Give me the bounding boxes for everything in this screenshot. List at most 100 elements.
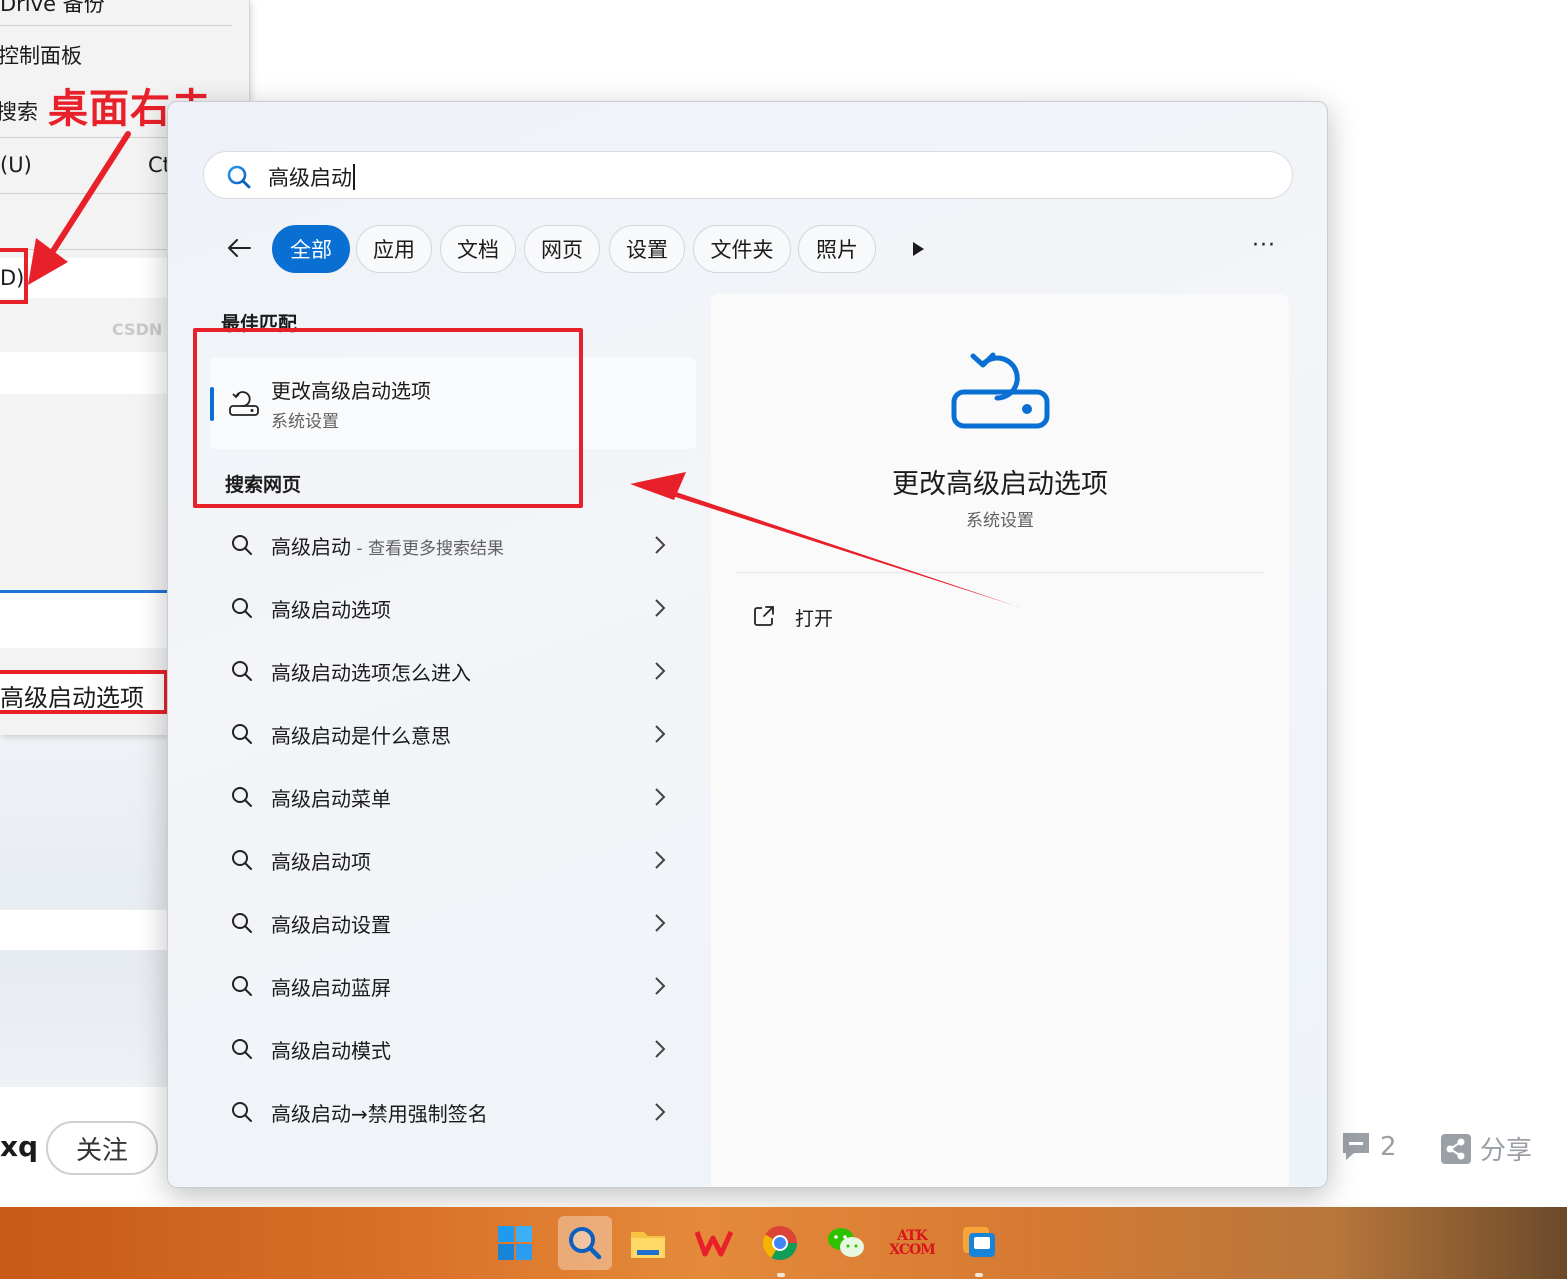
search-icon [232, 535, 252, 555]
search-input[interactable]: 高级启动 [268, 162, 355, 192]
web-result-item[interactable]: 高级启动菜单 [210, 766, 696, 826]
windows-search-panel: 高级启动 全部 应用 文档 网页 设置 文件夹 照片 ··· 最佳匹配 更改高级… [167, 101, 1328, 1188]
text-caret [353, 164, 355, 190]
web-result-text: 高级启动 [271, 535, 351, 559]
chevron-right-icon [655, 536, 666, 554]
filter-label: 网页 [541, 238, 583, 262]
web-result-label: 高级启动蓝屏 [271, 976, 391, 1000]
remote-app-icon[interactable] [957, 1221, 1001, 1265]
filter-chip-all[interactable]: 全部 [272, 225, 350, 273]
xcom-label: XCOM [889, 1242, 935, 1258]
filter-chip-documents[interactable]: 文档 [440, 225, 516, 273]
highlighted-menu-label: 高级启动选项 [0, 684, 144, 712]
wechat-icon[interactable] [824, 1221, 868, 1265]
preview-title: 更改高级启动选项 [892, 469, 1108, 500]
back-arrow-icon[interactable] [224, 233, 254, 263]
filter-label: 文档 [457, 238, 499, 262]
search-icon [232, 976, 252, 996]
scroll-right-icon[interactable] [908, 239, 928, 259]
web-result-label: 高级启动设置 [271, 913, 391, 937]
more-options-icon[interactable]: ··· [1250, 235, 1278, 263]
running-indicator [777, 1273, 785, 1277]
web-result-item[interactable]: 高级启动→禁用强制签名 [210, 1081, 696, 1141]
search-icon [232, 1102, 252, 1122]
chrome-icon[interactable] [758, 1221, 802, 1265]
search-icon [232, 661, 252, 681]
author-name[interactable]: xq [0, 1130, 38, 1163]
menu-item-control-panel[interactable]: 控制面板 [0, 40, 82, 70]
search-box[interactable]: 高级启动 [203, 151, 1293, 199]
follow-label: 关注 [75, 1135, 128, 1166]
result-preview-pane: 更改高级启动选项 系统设置 打开 [711, 294, 1289, 1187]
web-result-label: 高级启动选项 [271, 598, 391, 622]
menu-item-search[interactable]: 搜索 [0, 96, 38, 126]
open-external-icon [754, 606, 774, 626]
filter-label: 全部 [290, 238, 332, 262]
open-label: 打开 [795, 608, 834, 630]
filter-label: 应用 [373, 238, 415, 262]
filter-bar: 全部 应用 文档 网页 设置 文件夹 照片 ··· [168, 225, 1327, 273]
web-result-label: 高级启动选项怎么进入 [271, 661, 471, 685]
menu-separator [0, 25, 232, 26]
csdn-watermark: CSDN [112, 320, 163, 339]
filter-chip-settings[interactable]: 设置 [609, 225, 685, 273]
atk-xcom-icon[interactable]: ATK XCOM [889, 1221, 935, 1265]
chevron-right-icon [655, 1103, 666, 1121]
comment-button[interactable]: 2 [1340, 1130, 1397, 1164]
web-result-label: 高级启动→禁用强制签名 [271, 1102, 488, 1126]
chevron-right-icon [655, 725, 666, 743]
web-result-item[interactable]: 高级启动项 [210, 829, 696, 889]
comment-count: 2 [1380, 1132, 1397, 1162]
filter-chip-apps[interactable]: 应用 [356, 225, 432, 273]
menu-band [0, 352, 168, 394]
open-action[interactable]: 打开 [735, 592, 1265, 640]
web-result-item[interactable]: 高级启动模式 [210, 1018, 696, 1078]
share-icon [1441, 1133, 1471, 1164]
highlighted-menu-item[interactable]: 高级启动选项 [0, 670, 168, 714]
filter-chip-web[interactable]: 网页 [524, 225, 600, 273]
web-result-label: 高级启动模式 [271, 1039, 391, 1063]
share-button[interactable]: 分享 [1440, 1130, 1532, 1167]
search-icon [232, 850, 252, 870]
chevron-right-icon [655, 977, 666, 995]
web-result-hint: - 查看更多搜索结果 [351, 539, 504, 559]
preview-divider [735, 572, 1265, 573]
chevron-right-icon [655, 788, 666, 806]
search-icon[interactable] [558, 1216, 612, 1270]
filter-label: 文件夹 [710, 238, 774, 262]
search-icon [232, 724, 252, 744]
chevron-right-icon [655, 1040, 666, 1058]
web-result-label: 高级启动菜单 [271, 787, 391, 811]
filter-chip-photos[interactable]: 照片 [798, 225, 876, 273]
search-icon [232, 913, 252, 933]
chevron-right-icon [655, 914, 666, 932]
taskbar: ATK XCOM [0, 1207, 1567, 1279]
web-result-item[interactable]: 高级启动选项 [210, 577, 696, 637]
search-icon [227, 165, 251, 189]
follow-button[interactable]: 关注 [46, 1121, 158, 1175]
chevron-right-icon [655, 851, 666, 869]
windows-start-icon[interactable] [493, 1221, 537, 1265]
file-explorer-icon[interactable] [626, 1221, 670, 1265]
menu-item-u[interactable]: (U) [0, 153, 32, 177]
web-result-item[interactable]: 高级启动 - 查看更多搜索结果 [210, 514, 696, 574]
filter-label: 设置 [626, 238, 668, 262]
running-indicator [975, 1273, 983, 1277]
web-result-item[interactable]: 高级启动设置 [210, 892, 696, 952]
menu-band [0, 593, 168, 648]
web-result-item[interactable]: 高级启动蓝屏 [210, 955, 696, 1015]
chevron-right-icon [655, 599, 666, 617]
menu-item-drive[interactable]: Drive 备份 [0, 0, 105, 18]
chevron-right-icon [655, 662, 666, 680]
share-label: 分享 [1480, 1136, 1533, 1166]
recovery-icon [951, 352, 1050, 429]
annotation-highlight-box [193, 328, 583, 508]
atk-label: ATK [897, 1228, 928, 1244]
web-result-label: 高级启动项 [271, 850, 371, 874]
filter-chip-folders[interactable]: 文件夹 [693, 225, 791, 273]
web-result-item[interactable]: 高级启动选项怎么进入 [210, 640, 696, 700]
web-result-label: 高级启动是什么意思 [271, 724, 451, 748]
wps-icon[interactable] [692, 1221, 736, 1265]
web-result-item[interactable]: 高级启动是什么意思 [210, 703, 696, 763]
comment-icon [1343, 1133, 1369, 1160]
